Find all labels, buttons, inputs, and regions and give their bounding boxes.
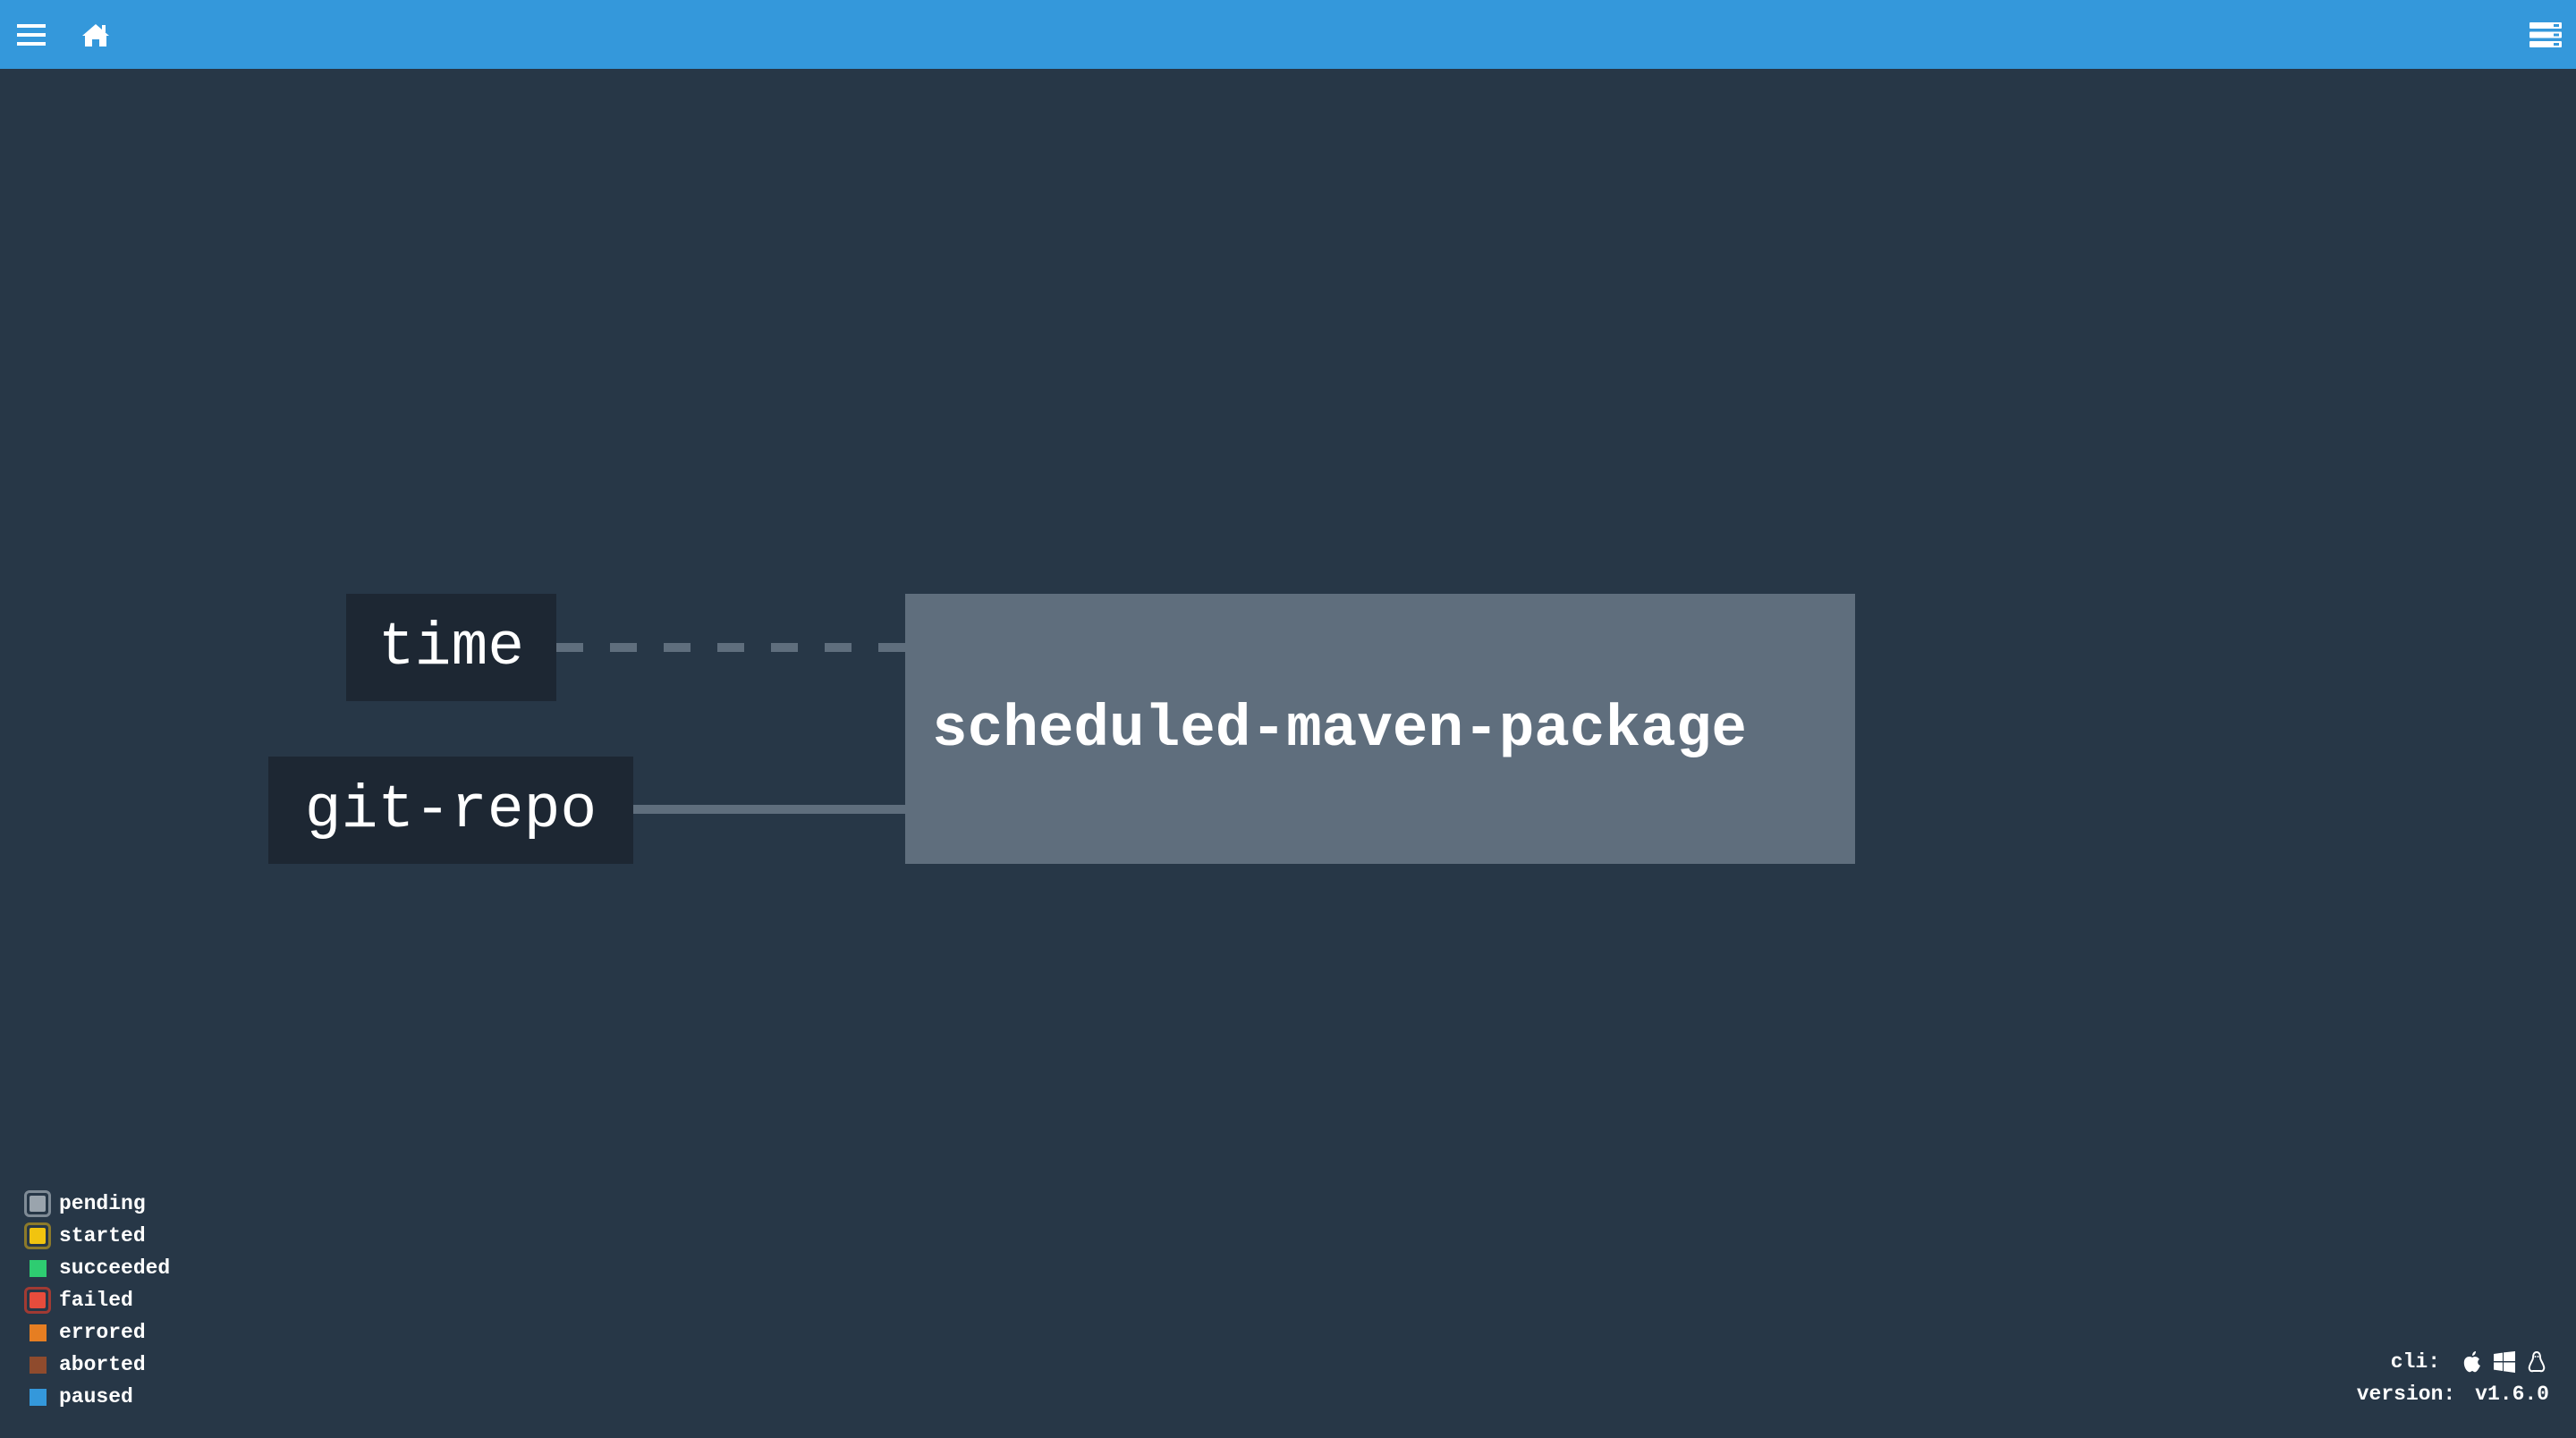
legend-swatch-pending: [24, 1190, 51, 1217]
legend-swatch-wrap: [18, 1316, 57, 1349]
cli-download-icons: [2453, 1349, 2549, 1375]
legend-swatch-failed: [24, 1287, 51, 1314]
cli-row: cli:: [2174, 1346, 2549, 1378]
apple-icon[interactable]: [2460, 1349, 2485, 1375]
windows-icon[interactable]: [2492, 1349, 2517, 1375]
legend-label: started: [59, 1224, 146, 1248]
legend-swatch-fill: [30, 1228, 46, 1244]
pipeline-graph: time git-repo scheduled-maven-package: [0, 69, 2576, 1438]
legend-item-errored: errored: [18, 1316, 233, 1349]
legend-label: paused: [59, 1385, 133, 1408]
legend-item-pending: pending: [18, 1188, 233, 1220]
status-legend: pending started succeeded failed errored: [18, 1188, 233, 1413]
legend-swatch-wrap: [18, 1381, 57, 1413]
job-node-scheduled-maven-package[interactable]: scheduled-maven-package: [905, 594, 1855, 864]
legend-swatch-aborted: [29, 1356, 47, 1374]
cli-label: cli:: [2390, 1350, 2440, 1374]
job-name: scheduled-maven-package: [932, 695, 1747, 763]
version-value: v1.6.0: [2475, 1383, 2549, 1406]
legend-item-failed: failed: [18, 1284, 233, 1316]
home-icon[interactable]: [77, 0, 114, 69]
legend-swatch-paused: [29, 1388, 47, 1406]
legend-item-aborted: aborted: [18, 1349, 233, 1381]
legend-item-started: started: [18, 1220, 233, 1252]
resource-name: git-repo: [304, 775, 597, 845]
legend-label: succeeded: [59, 1256, 171, 1280]
linux-icon[interactable]: [2524, 1349, 2549, 1375]
legend-swatch-wrap: [18, 1252, 57, 1284]
legend-label: failed: [59, 1289, 133, 1312]
legend-swatch-succeeded: [29, 1259, 47, 1277]
legend-swatch-fill: [30, 1196, 46, 1212]
legend-swatch-wrap: [18, 1284, 57, 1316]
legend-item-succeeded: succeeded: [18, 1252, 233, 1284]
resource-node-time[interactable]: time: [346, 594, 556, 701]
version-row: version: v1.6.0: [2174, 1378, 2549, 1410]
legend-label: errored: [59, 1321, 146, 1344]
legend-swatch-wrap: [18, 1188, 57, 1220]
legend-swatch-started: [24, 1222, 51, 1249]
legend-item-paused: paused: [18, 1381, 233, 1413]
resource-name: time: [377, 613, 525, 682]
legend-label: pending: [59, 1192, 146, 1215]
top-bar: [0, 0, 2576, 69]
legend-swatch-fill: [30, 1292, 46, 1308]
legend-swatch-wrap: [18, 1349, 57, 1381]
legend-swatch-errored: [29, 1324, 47, 1341]
resource-node-git-repo[interactable]: git-repo: [268, 757, 633, 864]
legend-label: aborted: [59, 1353, 146, 1376]
footer-info: cli: version: v1.6.0: [2174, 1346, 2549, 1410]
legend-swatch-wrap: [18, 1220, 57, 1252]
version-label: version:: [2356, 1383, 2456, 1406]
server-list-icon[interactable]: [2526, 0, 2565, 69]
hamburger-menu-icon[interactable]: [13, 0, 50, 69]
